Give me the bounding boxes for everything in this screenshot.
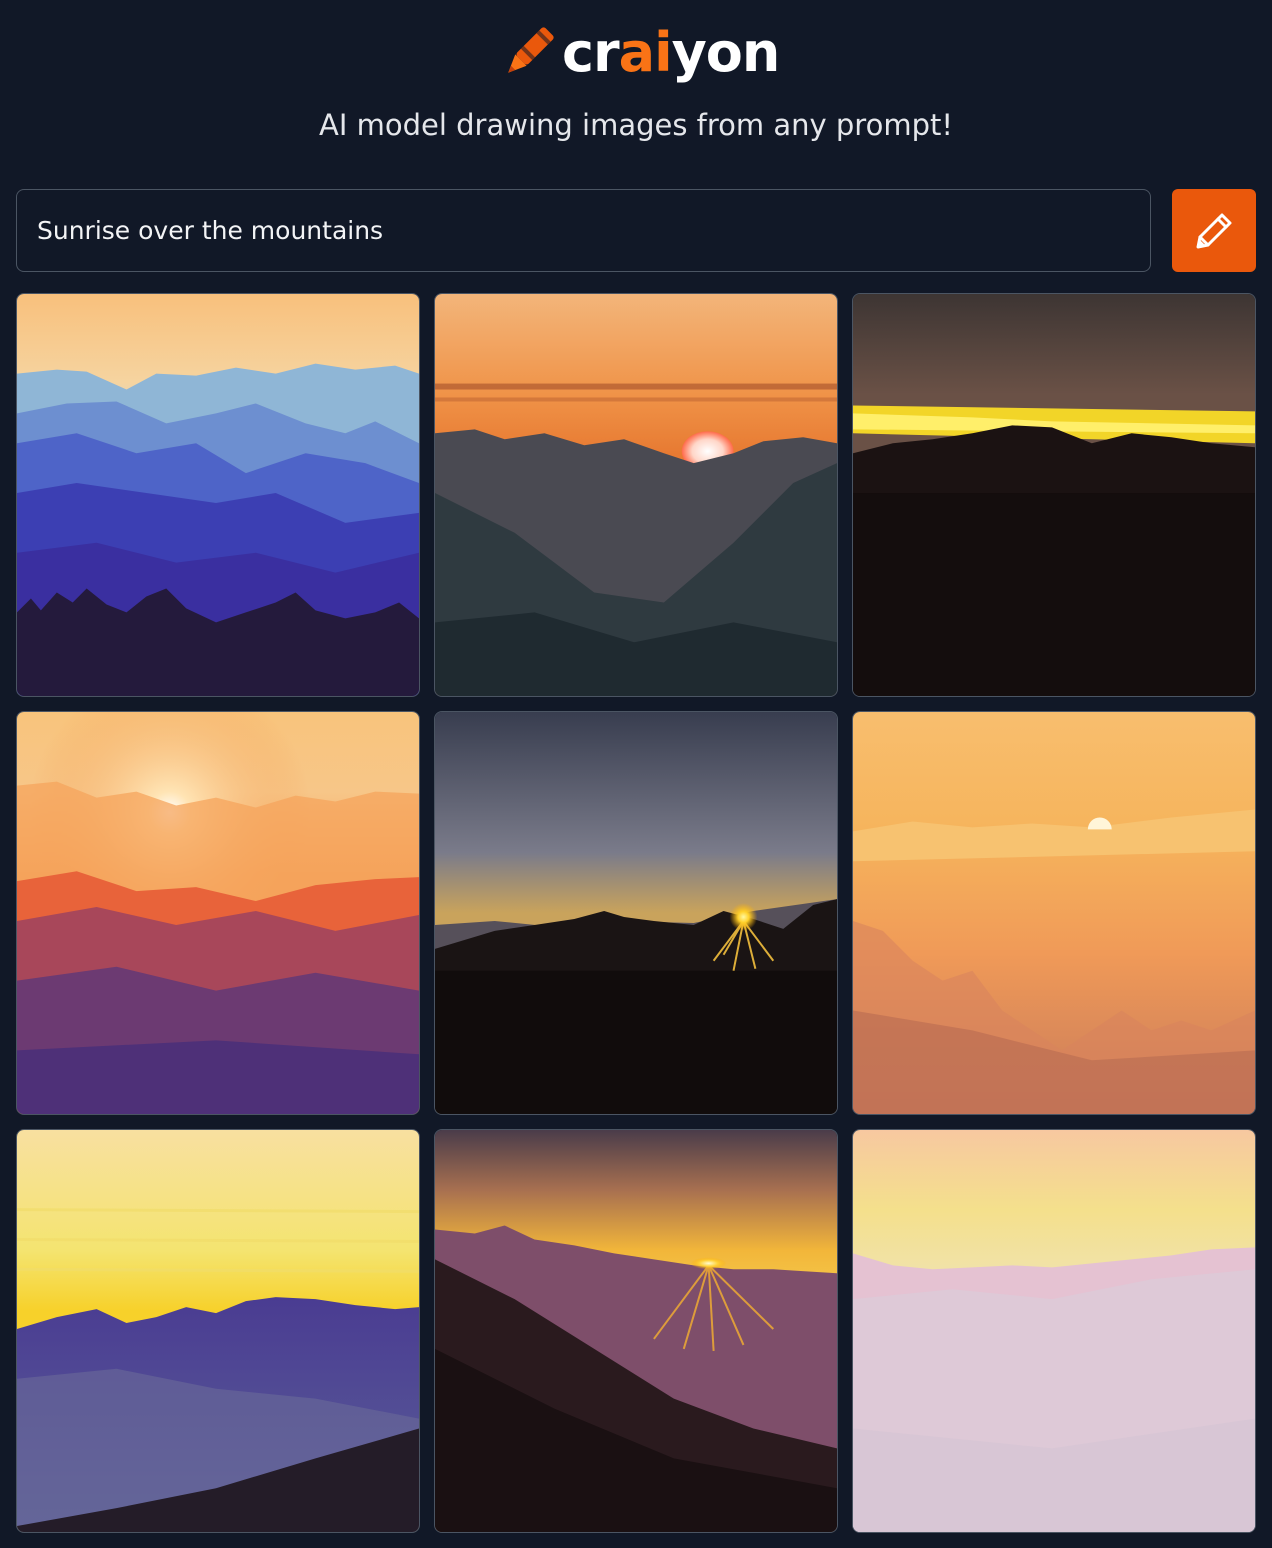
image-7-artwork xyxy=(17,1130,419,1532)
generated-image-3[interactable] xyxy=(852,293,1256,697)
generated-image-1[interactable] xyxy=(16,293,420,697)
image-2-artwork xyxy=(435,294,837,696)
logo-text-accent: ai xyxy=(618,21,673,84)
image-9-artwork xyxy=(853,1130,1255,1532)
image-3-artwork xyxy=(853,294,1255,696)
craiyon-logo[interactable]: craiyon xyxy=(496,18,786,88)
generated-image-7[interactable] xyxy=(16,1129,420,1533)
logo-text-prefix: cr xyxy=(562,21,620,84)
image-8-artwork xyxy=(435,1130,837,1532)
crayon-icon xyxy=(508,27,554,73)
image-grid xyxy=(16,293,1256,1533)
logo-text: craiyon xyxy=(562,26,780,80)
pencil-icon xyxy=(1196,213,1232,248)
image-4-artwork xyxy=(17,712,419,1114)
page: craiyon AI model drawing images from any… xyxy=(0,0,1272,1548)
generated-image-6[interactable] xyxy=(852,711,1256,1115)
generated-image-4[interactable] xyxy=(16,711,420,1115)
generated-image-2[interactable] xyxy=(434,293,838,697)
prompt-input[interactable] xyxy=(16,189,1151,272)
generated-image-9[interactable] xyxy=(852,1129,1256,1533)
generated-image-5[interactable] xyxy=(434,711,838,1115)
image-1-artwork xyxy=(17,294,419,696)
generated-image-8[interactable] xyxy=(434,1129,838,1533)
image-5-artwork xyxy=(435,712,837,1114)
logo-text-suffix: yon xyxy=(671,21,781,84)
draw-button[interactable] xyxy=(1172,189,1256,272)
tagline: AI model drawing images from any prompt! xyxy=(319,108,953,142)
header: craiyon AI model drawing images from any… xyxy=(0,0,1272,170)
image-6-artwork xyxy=(853,712,1255,1114)
